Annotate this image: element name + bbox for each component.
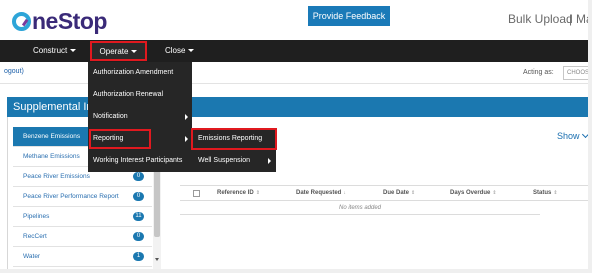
sidebar-item-label: Water [23, 253, 41, 260]
column-label: Reference ID [217, 190, 254, 196]
menu-item-label: Working Interest Participants [93, 157, 183, 164]
onestop-logo[interactable]: neStop [12, 8, 107, 35]
sidebar-item-label: Pipelines [23, 213, 50, 220]
logo-text: neStop [32, 8, 107, 34]
chevron-right-icon [268, 158, 271, 164]
sort-icon: ⇕ [553, 190, 558, 196]
header-separator: | [569, 12, 573, 26]
count-badge: 0 [133, 232, 144, 241]
nav-operate-label: Operate [99, 47, 129, 56]
sidebar-item-label: Benzene Emissions [23, 133, 81, 140]
chevron-right-icon [185, 114, 188, 120]
nav-close-label: Close [165, 46, 186, 55]
column-status[interactable]: Status ⇕ [533, 186, 558, 201]
requests-table: Reference ID ⇕ Date Requested ↓ Due Date ⇕ … [180, 185, 592, 215]
nav-construct[interactable]: Construct [33, 40, 77, 62]
sidebar-item-label: Peace River Performance Report [23, 193, 119, 200]
menu-item-label: Authorization Renewal [93, 91, 164, 98]
column-label: Status [533, 190, 552, 196]
emissions-reporting-highlight-box [191, 128, 277, 150]
top-header: neStop Provide Feedback Bulk Upload | Ma [0, 0, 592, 40]
count-badge: 11 [133, 212, 144, 221]
menu-item-notification[interactable]: Notification [88, 106, 192, 128]
select-all-checkbox[interactable] [193, 190, 200, 197]
column-days-overdue[interactable]: Days Overdue ⇕ [450, 186, 497, 201]
chevron-down-icon [188, 49, 195, 53]
sidebar-item-pipelines[interactable]: Pipelines 11 [13, 207, 152, 227]
chevron-down-icon [70, 49, 77, 53]
sort-down-icon: ↓ [343, 190, 346, 196]
provide-feedback-button[interactable]: Provide Feedback [308, 6, 390, 26]
submenu-item-well-suspension[interactable]: Well Suspension [192, 150, 276, 172]
column-reference-id[interactable]: Reference ID ⇕ [217, 186, 260, 201]
app-window: neStop Provide Feedback Bulk Upload | Ma… [0, 0, 592, 273]
column-label: Days Overdue [450, 190, 491, 196]
menu-item-label: Notification [93, 113, 128, 120]
column-label: Date Requested [296, 190, 342, 196]
sidebar-item-label: RecCert [23, 233, 47, 240]
acting-as-label: Acting as: [523, 69, 554, 76]
sidebar-item-peace-river-performance-report[interactable]: Peace River Performance Report 0 [13, 187, 152, 207]
count-badge: 0 [133, 172, 144, 181]
submenu-item-label: Well Suspension [198, 157, 251, 164]
show-toggle[interactable]: Show [557, 130, 589, 141]
logout-link[interactable]: ogout) [4, 68, 24, 75]
menu-item-label: Authorization Amendment [93, 69, 174, 76]
reporting-highlight-box [89, 129, 151, 149]
sidebar-item-label: Peace River Emissions [23, 173, 90, 180]
frame-edge-bottom [0, 269, 592, 273]
empty-table-message: No items added [180, 201, 540, 215]
chevron-right-icon [185, 136, 188, 142]
menu-item-authorization-amendment[interactable]: Authorization Amendment [88, 62, 192, 84]
column-date-requested[interactable]: Date Requested ↓ [296, 186, 346, 201]
count-badge: 1 [133, 252, 144, 261]
frame-edge-right [588, 0, 592, 273]
sidebar-item-water[interactable]: Water 1 [13, 247, 152, 267]
sort-icon: ⇕ [411, 190, 416, 196]
table-header: Reference ID ⇕ Date Requested ↓ Due Date ⇕ … [180, 185, 592, 201]
column-due-date[interactable]: Due Date ⇕ [383, 186, 415, 201]
count-badge: 0 [133, 192, 144, 201]
nav-operate[interactable]: Operate [90, 41, 147, 61]
sidebar-item-reccert[interactable]: RecCert 0 [13, 227, 152, 247]
show-label: Show [557, 131, 580, 141]
chevron-down-icon [131, 50, 138, 54]
bulk-upload-link[interactable]: Bulk Upload [508, 12, 573, 26]
sort-icon: ⇕ [492, 190, 497, 196]
main-nav: Construct Operate Close [0, 40, 592, 62]
logo-o-icon [12, 12, 31, 31]
column-label: Due Date [383, 190, 410, 196]
nav-close[interactable]: Close [165, 40, 195, 62]
scroll-down-arrow-icon[interactable] [155, 258, 159, 261]
menu-item-working-interest-participants[interactable]: Working Interest Participants [88, 150, 192, 172]
sidebar-item-label: Methane Emissions [23, 153, 80, 160]
nav-construct-label: Construct [33, 46, 68, 55]
sort-icon: ⇕ [255, 190, 260, 196]
menu-item-authorization-renewal[interactable]: Authorization Renewal [88, 84, 192, 106]
